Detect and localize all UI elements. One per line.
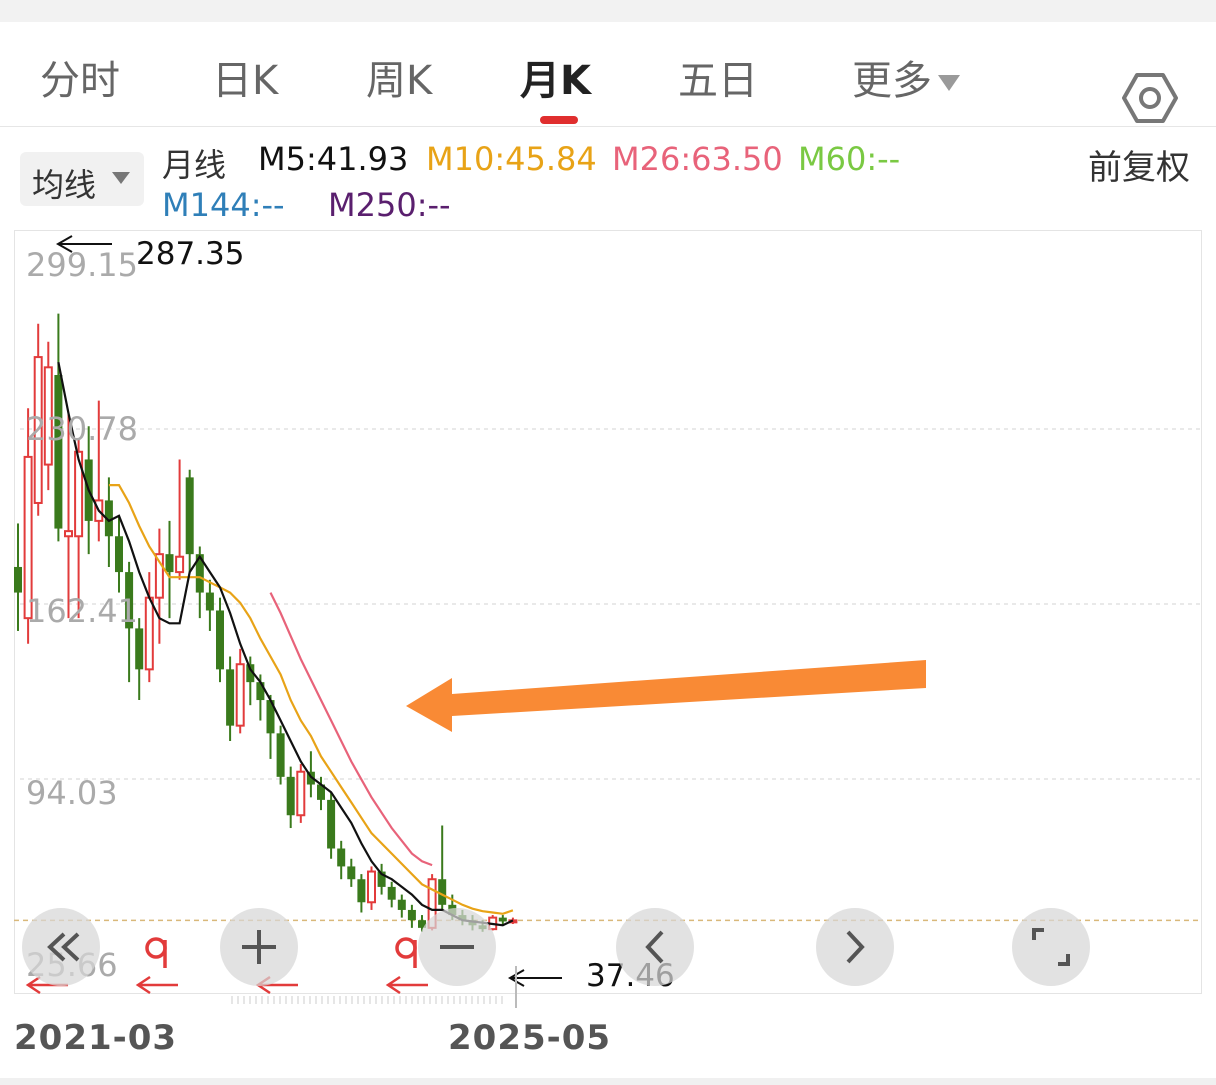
- candle-body-down: [185, 477, 194, 555]
- candle-body-down: [286, 776, 295, 816]
- next-icon[interactable]: [816, 908, 894, 986]
- candle-body-down: [216, 610, 224, 670]
- event-marker-icon: [135, 975, 178, 995]
- candle-body-up: [64, 530, 73, 538]
- annotation-arrow-icon: [406, 660, 926, 732]
- zoom-in-icon[interactable]: [220, 908, 298, 986]
- candle-body-up: [235, 663, 245, 727]
- y-axis-label: 299.15: [26, 246, 138, 284]
- event-marker-icon: [395, 937, 417, 959]
- candle-body-down: [347, 866, 356, 880]
- start-date-label: 2021-03: [14, 1018, 178, 1058]
- end-date-label: 2025-05: [448, 1018, 612, 1058]
- candle-body-down: [337, 848, 346, 867]
- candle-body-down: [135, 628, 144, 670]
- candle-body-up: [144, 596, 154, 671]
- candle-body-down: [256, 682, 265, 701]
- y-axis-label: 94.03: [26, 774, 118, 812]
- candle-body-down: [387, 886, 396, 900]
- fullscreen-icon[interactable]: [1012, 908, 1090, 986]
- candle-body-down: [498, 917, 507, 922]
- candle-body-up: [175, 555, 185, 574]
- y-axis-label: 162.41: [26, 592, 138, 630]
- candle-body-up: [367, 870, 376, 904]
- candle-body-up: [296, 770, 306, 817]
- candle-body-down: [397, 899, 406, 910]
- event-marker-icon: [145, 937, 167, 959]
- y-axis-label: 230.78: [26, 410, 138, 448]
- high-price-marker: 287.35: [136, 236, 245, 272]
- bottom-divider: [0, 1078, 1216, 1085]
- candle-body-down: [357, 879, 366, 903]
- candle-body-down: [407, 909, 416, 921]
- candle-body-down: [165, 554, 174, 573]
- previous-icon[interactable]: [616, 908, 694, 986]
- candle-body-down: [54, 375, 63, 529]
- scroll-start-icon[interactable]: [22, 908, 100, 986]
- candle-body-down: [115, 536, 123, 573]
- low-arrow-icon: [507, 969, 562, 987]
- candle-body-down: [205, 592, 214, 611]
- candle-body-down: [276, 733, 285, 777]
- candle-body-down: [327, 799, 336, 849]
- candle-body-down: [226, 669, 235, 726]
- candle-body-down: [14, 566, 22, 593]
- zoom-out-icon[interactable]: [418, 908, 496, 986]
